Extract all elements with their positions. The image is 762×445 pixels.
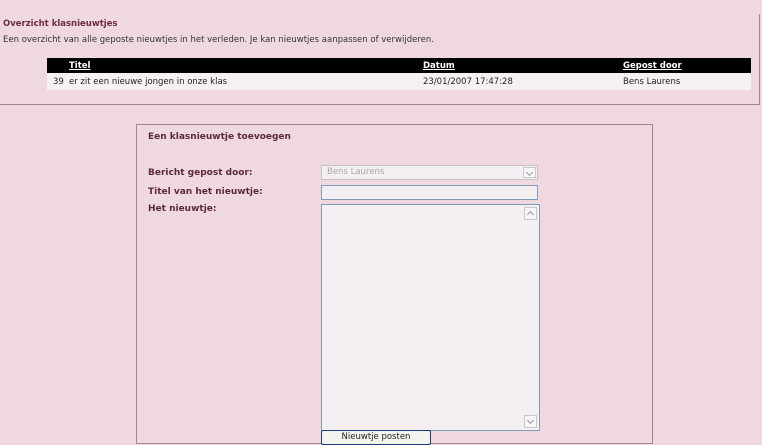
news-overview-panel: Overzicht klasnieuwtjes Een overzicht va… — [0, 14, 760, 105]
title-label: Titel van het nieuwtje: — [148, 187, 263, 197]
author-select[interactable]: Bens Laurens — [321, 165, 538, 180]
overview-title: Overzicht klasnieuwtjes — [3, 19, 118, 29]
news-title-cell[interactable]: er zit een nieuwe jongen in onze klas — [69, 73, 423, 90]
chevron-up-icon[interactable] — [524, 207, 537, 220]
body-label: Het nieuwtje: — [148, 204, 217, 214]
news-date-cell: 23/01/2007 17:47:28 — [423, 73, 623, 90]
author-label: Bericht gepost door: — [148, 168, 253, 178]
news-author-cell: Bens Laurens — [623, 73, 751, 90]
form-heading: Een klasnieuwtje toevoegen — [148, 132, 291, 142]
column-header-author[interactable]: Gepost door — [623, 58, 751, 73]
table-header-row: Titel Datum Gepost door — [47, 58, 751, 73]
overview-description: Een overzicht van alle geposte nieuwtjes… — [3, 35, 434, 45]
table-row[interactable]: 39 er zit een nieuwe jongen in onze klas… — [47, 73, 751, 90]
title-input[interactable] — [321, 185, 538, 200]
column-header-id — [47, 58, 69, 73]
news-id-cell: 39 — [47, 73, 69, 90]
author-select-value: Bens Laurens — [327, 167, 385, 177]
post-news-button[interactable]: Nieuwtje posten — [321, 430, 431, 445]
add-news-form: Een klasnieuwtje toevoegen Bericht gepos… — [136, 124, 653, 445]
column-header-title[interactable]: Titel — [69, 58, 423, 73]
chevron-down-icon[interactable] — [524, 415, 537, 428]
news-table: Titel Datum Gepost door 39 er zit een ni… — [47, 58, 751, 90]
body-textarea[interactable] — [321, 204, 540, 431]
chevron-down-icon[interactable] — [523, 167, 536, 178]
column-header-date[interactable]: Datum — [423, 58, 623, 73]
